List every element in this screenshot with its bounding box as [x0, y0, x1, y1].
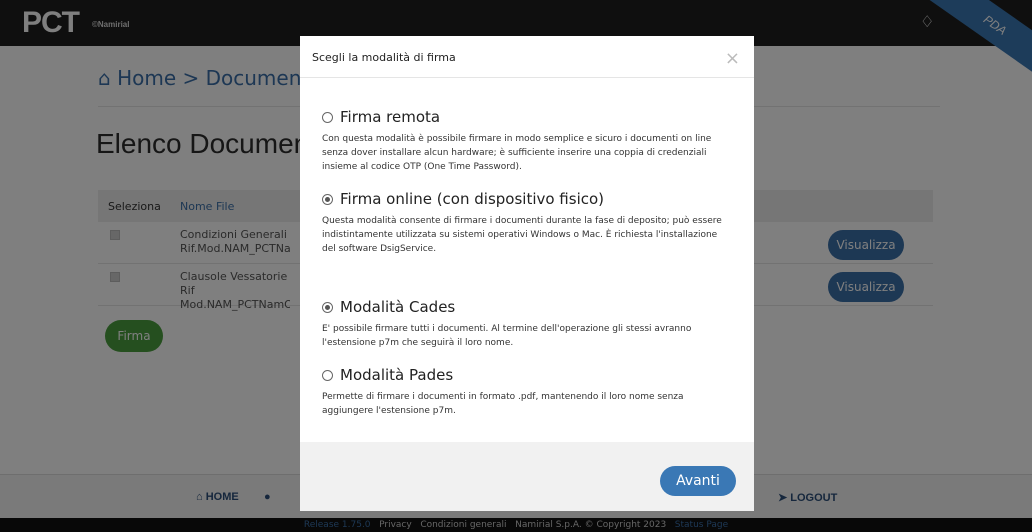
- option-firma-remota[interactable]: Firma remota Con questa modalità è possi…: [322, 108, 726, 174]
- modal-footer: Avanti: [300, 442, 754, 511]
- option-description: E' possibile firmare tutti i documenti. …: [322, 324, 692, 348]
- option-description: Permette di firmare i documenti in forma…: [322, 392, 684, 416]
- radio-firma-remota[interactable]: [322, 111, 333, 123]
- option-label[interactable]: Modalità Cades: [340, 298, 455, 316]
- option-pades[interactable]: Modalità Pades Permette di firmare i doc…: [322, 366, 726, 418]
- radio-firma-online[interactable]: [322, 193, 333, 205]
- signature-mode-dialog: Scegli la modalità di firma × Firma remo…: [300, 36, 754, 511]
- option-firma-online[interactable]: Firma online (con dispositivo fisico) Qu…: [322, 190, 726, 256]
- modal-title: Scegli la modalità di firma: [312, 51, 456, 64]
- option-label[interactable]: Firma remota: [340, 108, 440, 126]
- radio-pades[interactable]: [322, 369, 333, 381]
- option-label[interactable]: Firma online (con dispositivo fisico): [340, 190, 604, 208]
- option-cades[interactable]: Modalità Cades E' possibile firmare tutt…: [322, 298, 726, 350]
- option-description: Con questa modalità è possibile firmare …: [322, 134, 712, 172]
- avanti-button[interactable]: Avanti: [660, 466, 736, 496]
- option-label[interactable]: Modalità Pades: [340, 366, 453, 384]
- modal-header: Scegli la modalità di firma ×: [300, 36, 754, 78]
- close-icon[interactable]: ×: [725, 48, 740, 69]
- radio-cades[interactable]: [322, 301, 333, 313]
- option-description: Questa modalità consente di firmare i do…: [322, 216, 722, 254]
